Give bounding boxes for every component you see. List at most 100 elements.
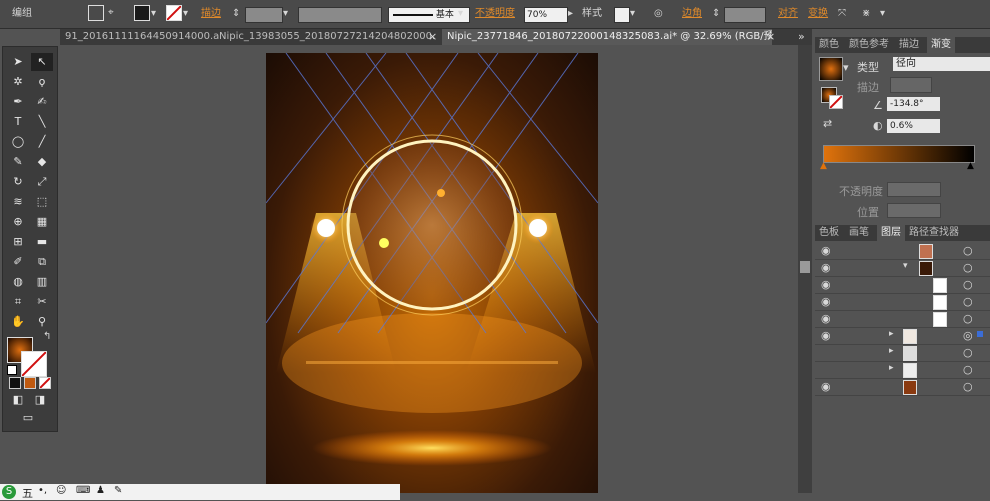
symbol-sprayer-tool-icon[interactable]: ◍: [7, 273, 29, 291]
pencil-tool-icon[interactable]: ✎: [7, 153, 29, 171]
document-tab-2[interactable]: Nipic_13983055_20180727214204802000.ai*: [214, 29, 434, 45]
layer-row[interactable]: ◉ ○: [815, 311, 990, 328]
visibility-eye-icon[interactable]: ◉: [821, 329, 831, 342]
perspective-grid-tool-icon[interactable]: ▦: [31, 213, 53, 231]
expand-arrow-icon[interactable]: ▾: [903, 261, 908, 271]
user-icon[interactable]: ♟: [96, 485, 105, 496]
color-mode-icon[interactable]: [9, 377, 21, 389]
default-colors-icon[interactable]: [7, 365, 17, 375]
brush-dropdown-icon[interactable]: ▾: [458, 6, 463, 22]
target-icon[interactable]: ⌖: [108, 5, 114, 21]
selection-indicator[interactable]: [977, 331, 983, 337]
keyboard-icon[interactable]: ⌨: [76, 485, 90, 496]
slice-tool-icon[interactable]: ✂: [31, 293, 53, 311]
hand-tool-icon[interactable]: ✋: [7, 313, 29, 331]
none-mode-icon[interactable]: [39, 377, 51, 389]
artboard[interactable]: [266, 53, 598, 493]
recolor-icon[interactable]: ◎: [654, 6, 663, 22]
gradient-slider[interactable]: [823, 145, 975, 163]
arrange-icon[interactable]: ⋇: [862, 6, 870, 22]
visibility-eye-icon[interactable]: ◉: [821, 295, 831, 308]
target-circle-icon[interactable]: ○: [963, 244, 973, 257]
graphic-style-swatch[interactable]: [614, 7, 630, 23]
layer-row[interactable]: ◉ ○: [815, 243, 990, 260]
stroke-weight-field[interactable]: [245, 7, 283, 23]
angle-field[interactable]: -134.8°: [887, 97, 940, 111]
layer-row[interactable]: ▸ ○: [815, 362, 990, 379]
visibility-eye-icon[interactable]: ◉: [821, 278, 831, 291]
layer-row[interactable]: ◉ ○: [815, 277, 990, 294]
target-circle-icon[interactable]: ○: [963, 261, 973, 274]
draw-mode-icon[interactable]: ◧: [7, 391, 29, 409]
line-tool-icon[interactable]: ╲: [31, 113, 53, 131]
swap-colors-icon[interactable]: ↰: [43, 331, 51, 342]
visibility-eye-icon[interactable]: ◉: [821, 380, 831, 393]
tab-gradient[interactable]: 渐变: [927, 37, 955, 53]
magic-wand-tool-icon[interactable]: ✲: [7, 73, 29, 91]
draw-inside-icon[interactable]: ◨: [29, 391, 51, 409]
opacity-arrow-icon[interactable]: ▸: [568, 6, 573, 22]
pen-tool-icon[interactable]: ✒: [7, 93, 29, 111]
tab-color-guide[interactable]: 颜色参考: [849, 37, 889, 53]
tab-stroke[interactable]: 描边: [899, 37, 919, 53]
layer-row[interactable]: ◉ ▸ ◎: [815, 328, 990, 345]
opacity-field[interactable]: 70%: [524, 7, 568, 23]
document-tab-1[interactable]: 91_20161111164450914000.ai*: [60, 29, 220, 45]
transform-label[interactable]: 变换: [808, 6, 828, 22]
toolbox-icon[interactable]: ✎: [114, 485, 122, 496]
stroke-swatch[interactable]: [166, 5, 182, 21]
gradient-type-select[interactable]: 径向: [893, 57, 990, 71]
blend-tool-icon[interactable]: ⧉: [31, 253, 53, 271]
corner-stepper-icon[interactable]: ⇕: [712, 6, 720, 22]
collapse-panels-icon[interactable]: »: [798, 30, 805, 43]
opacity-label[interactable]: 不透明度: [475, 6, 515, 22]
stroke-weight-stepper-icon[interactable]: ⇕: [232, 6, 240, 22]
free-transform-tool-icon[interactable]: ⬚: [31, 193, 53, 211]
scale-tool-icon[interactable]: ⤢: [31, 173, 53, 191]
isolate-icon[interactable]: ⤧: [838, 6, 846, 22]
layer-row[interactable]: ▸ ○: [815, 345, 990, 362]
layer-row[interactable]: ◉ ▾ ○: [815, 260, 990, 277]
target-circle-icon[interactable]: ○: [963, 363, 973, 376]
selection-tool-icon[interactable]: ➤: [7, 53, 29, 71]
tab-pathfinder[interactable]: 路径查找器: [909, 225, 959, 241]
gradient-stop-start[interactable]: ▲: [820, 161, 827, 171]
aspect-ratio-field[interactable]: 0.6%: [887, 119, 940, 133]
mesh-tool-icon[interactable]: ⊞: [7, 233, 29, 251]
shape-builder-tool-icon[interactable]: ⊕: [7, 213, 29, 231]
width-tool-icon[interactable]: ≋: [7, 193, 29, 211]
curvature-tool-icon[interactable]: ✍: [31, 93, 53, 111]
isolate-group-icon[interactable]: [88, 5, 104, 21]
layer-row[interactable]: ◉ ○: [815, 379, 990, 396]
gradient-tool-icon[interactable]: ▬: [31, 233, 53, 251]
target-circle-icon[interactable]: ○: [963, 380, 973, 393]
punctuation-icon[interactable]: •,: [38, 485, 47, 496]
lasso-tool-icon[interactable]: ϙ: [31, 73, 53, 91]
fill-dropdown-icon[interactable]: ▾: [151, 6, 156, 22]
target-circle-icon[interactable]: ○: [963, 312, 973, 325]
tab-color[interactable]: 颜色: [819, 37, 839, 53]
layer-row[interactable]: ◉ ○: [815, 294, 990, 311]
document-tab-active[interactable]: Nipic_23771846_20180722000148325083.ai* …: [442, 29, 772, 45]
stroke-swatch-small[interactable]: [829, 95, 843, 109]
panel-menu-icon[interactable]: ▾: [880, 6, 885, 22]
artboard-tool-icon[interactable]: ⌗: [7, 293, 29, 311]
sogou-logo-icon[interactable]: S: [2, 485, 16, 499]
target-circle-icon[interactable]: ○: [963, 295, 973, 308]
close-tab-icon[interactable]: ×: [766, 30, 775, 43]
eraser-tool-icon[interactable]: ◆: [31, 153, 53, 171]
canvas[interactable]: [60, 45, 812, 493]
variable-width-profile[interactable]: [298, 7, 382, 23]
rotate-tool-icon[interactable]: ↻: [7, 173, 29, 191]
paintbrush-tool-icon[interactable]: ╱: [31, 133, 53, 151]
fill-swatch[interactable]: [134, 5, 150, 21]
column-graph-tool-icon[interactable]: ▥: [31, 273, 53, 291]
stroke-label[interactable]: 描边: [201, 6, 221, 22]
tab-brushes[interactable]: 画笔: [849, 225, 869, 241]
close-tab-icon[interactable]: ×: [428, 30, 437, 43]
expand-arrow-icon[interactable]: ▸: [889, 329, 894, 339]
visibility-eye-icon[interactable]: ◉: [821, 312, 831, 325]
ellipse-tool-icon[interactable]: ◯: [7, 133, 29, 151]
expand-arrow-icon[interactable]: ▸: [889, 363, 894, 373]
gradient-presets-dropdown-icon[interactable]: ▾: [843, 61, 849, 74]
